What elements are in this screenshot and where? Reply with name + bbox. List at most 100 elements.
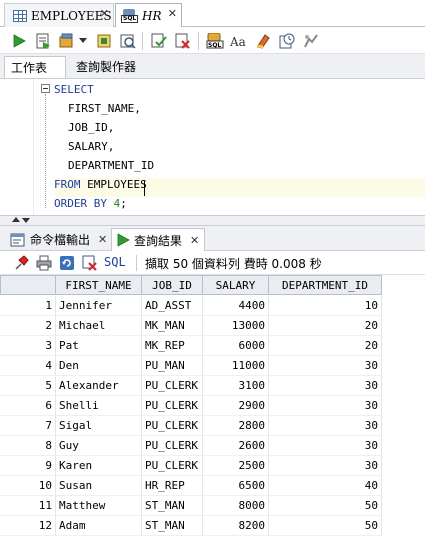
collapse-up-icon[interactable]: [12, 217, 20, 222]
cell-first-name[interactable]: Alexander: [56, 376, 142, 396]
tab-query-result[interactable]: 查詢結果 ✕: [111, 228, 205, 251]
cell-job-id[interactable]: HR_REP: [142, 476, 203, 496]
collapse-down-icon[interactable]: [22, 218, 30, 223]
cell-salary[interactable]: 4400: [203, 296, 269, 316]
cell-salary[interactable]: 2600: [203, 436, 269, 456]
run-statement-icon[interactable]: [10, 32, 28, 50]
results-grid[interactable]: FIRST_NAME JOB_ID SALARY DEPARTMENT_ID 1…: [0, 275, 425, 540]
cell-department-id[interactable]: 20: [269, 316, 382, 336]
cell-job-id[interactable]: PU_MAN: [142, 356, 203, 376]
column-job-id: JOB_ID,: [68, 121, 115, 134]
cell-department-id[interactable]: 30: [269, 396, 382, 416]
cell-salary[interactable]: 2800: [203, 416, 269, 436]
close-icon[interactable]: ✕: [100, 7, 109, 20]
cell-job-id[interactable]: AD_ASST: [142, 296, 203, 316]
table-row[interactable]: 8 Guy PU_CLERK 2600 30: [0, 436, 425, 456]
close-icon[interactable]: ✕: [168, 7, 177, 20]
cell-department-id[interactable]: 40: [269, 476, 382, 496]
table-row[interactable]: 6 Shelli PU_CLERK 2900 30: [0, 396, 425, 416]
close-icon[interactable]: ✕: [98, 233, 107, 246]
cell-first-name[interactable]: Den: [56, 356, 142, 376]
table-row[interactable]: 4 Den PU_MAN 11000 30: [0, 356, 425, 376]
rollback-icon[interactable]: [174, 32, 192, 50]
row-number: 8: [0, 436, 56, 456]
cell-first-name[interactable]: Pat: [56, 336, 142, 356]
clear-icon[interactable]: [254, 32, 272, 50]
cell-first-name[interactable]: Jennifer: [56, 296, 142, 316]
table-row[interactable]: 9 Karen PU_CLERK 2500 30: [0, 456, 425, 476]
close-icon[interactable]: ✕: [190, 234, 199, 247]
column-header-department-id[interactable]: DEPARTMENT_ID: [269, 275, 382, 295]
cell-first-name[interactable]: Matthew: [56, 496, 142, 516]
cell-department-id[interactable]: 50: [269, 496, 382, 516]
column-header-job-id[interactable]: JOB_ID: [142, 275, 203, 295]
sql-history-icon[interactable]: [278, 32, 296, 50]
cell-first-name[interactable]: Adam: [56, 516, 142, 536]
autotrace-icon[interactable]: [119, 32, 137, 50]
table-row[interactable]: 7 Sigal PU_CLERK 2800 30: [0, 416, 425, 436]
cell-first-name[interactable]: Sigal: [56, 416, 142, 436]
cell-job-id[interactable]: PU_CLERK: [142, 436, 203, 456]
cell-first-name[interactable]: Shelli: [56, 396, 142, 416]
cell-job-id[interactable]: PU_CLERK: [142, 456, 203, 476]
cell-department-id[interactable]: 30: [269, 416, 382, 436]
table-row[interactable]: 10 Susan HR_REP 6500 40: [0, 476, 425, 496]
cell-job-id[interactable]: PU_CLERK: [142, 376, 203, 396]
commit-icon[interactable]: [58, 32, 76, 50]
tab-employees[interactable]: EMPLOYEES ✕: [4, 3, 114, 27]
cell-salary[interactable]: 8000: [203, 496, 269, 516]
explain-plan-icon[interactable]: [96, 32, 114, 50]
cell-job-id[interactable]: PU_CLERK: [142, 396, 203, 416]
cell-salary[interactable]: 8200: [203, 516, 269, 536]
cell-first-name[interactable]: Karen: [56, 456, 142, 476]
sql-editor[interactable]: SELECT FIRST_NAME, JOB_ID, SALARY, DEPAR…: [0, 79, 425, 215]
cell-first-name[interactable]: Guy: [56, 436, 142, 456]
table-row[interactable]: 11 Matthew ST_MAN 8000 50: [0, 496, 425, 516]
cell-job-id[interactable]: MK_REP: [142, 336, 203, 356]
dropdown-arrow-icon[interactable]: [78, 32, 88, 50]
sql-tuning-icon[interactable]: SQL: [206, 32, 224, 50]
unshared-sql-icon[interactable]: [302, 32, 320, 50]
cell-job-id[interactable]: ST_MAN: [142, 516, 203, 536]
editor-splitter[interactable]: [0, 215, 425, 226]
print-icon[interactable]: [35, 254, 53, 272]
table-row[interactable]: 2 Michael MK_MAN 13000 20: [0, 316, 425, 336]
cell-department-id[interactable]: 30: [269, 376, 382, 396]
tab-script-output[interactable]: 命令檔輸出 ✕: [6, 228, 111, 251]
column-header-salary[interactable]: SALARY: [203, 275, 269, 295]
cell-job-id[interactable]: ST_MAN: [142, 496, 203, 516]
table-row[interactable]: 5 Alexander PU_CLERK 3100 30: [0, 376, 425, 396]
refresh-icon[interactable]: [58, 254, 76, 272]
column-header-first-name[interactable]: FIRST_NAME: [56, 275, 142, 295]
fold-collapse-icon[interactable]: [41, 84, 50, 93]
cell-salary[interactable]: 6500: [203, 476, 269, 496]
cell-job-id[interactable]: MK_MAN: [142, 316, 203, 336]
cell-department-id[interactable]: 20: [269, 336, 382, 356]
tab-worksheet[interactable]: 工作表: [4, 56, 66, 78]
sql-link[interactable]: SQL: [104, 255, 126, 269]
run-script-icon[interactable]: [34, 32, 52, 50]
cell-department-id[interactable]: 50: [269, 516, 382, 536]
cell-department-id[interactable]: 30: [269, 436, 382, 456]
table-row[interactable]: 12 Adam ST_MAN 8200 50: [0, 516, 425, 536]
cell-job-id[interactable]: PU_CLERK: [142, 416, 203, 436]
commit-transaction-icon[interactable]: [150, 32, 168, 50]
pin-icon[interactable]: [12, 254, 30, 272]
cell-salary[interactable]: 3100: [203, 376, 269, 396]
cell-salary[interactable]: 2900: [203, 396, 269, 416]
cell-first-name[interactable]: Michael: [56, 316, 142, 336]
cell-salary[interactable]: 11000: [203, 356, 269, 376]
cancel-query-icon[interactable]: [81, 254, 99, 272]
cell-salary[interactable]: 2500: [203, 456, 269, 476]
cell-department-id[interactable]: 30: [269, 356, 382, 376]
cell-salary[interactable]: 13000: [203, 316, 269, 336]
tab-query-builder[interactable]: 查詢製作器: [70, 56, 170, 78]
cell-department-id[interactable]: 10: [269, 296, 382, 316]
to-upper-lower-icon[interactable]: Aa: [230, 32, 248, 50]
cell-department-id[interactable]: 30: [269, 456, 382, 476]
table-row[interactable]: 3 Pat MK_REP 6000 20: [0, 336, 425, 356]
table-row[interactable]: 1 Jennifer AD_ASST 4400 10: [0, 296, 425, 316]
cell-first-name[interactable]: Susan: [56, 476, 142, 496]
cell-salary[interactable]: 6000: [203, 336, 269, 356]
tab-hr[interactable]: HR ✕: [115, 3, 182, 27]
